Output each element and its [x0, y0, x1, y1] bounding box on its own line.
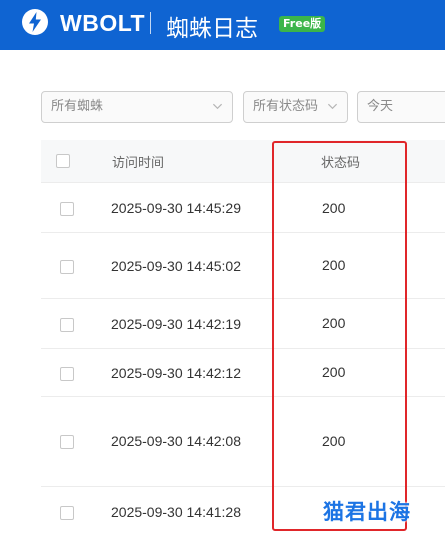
row-checkbox[interactable] [60, 435, 74, 449]
row-checkbox[interactable] [60, 367, 74, 381]
row-status-code: 200 [322, 200, 346, 216]
edition-badge: Free版 [279, 16, 326, 32]
status-filter-value: 所有状态码 [253, 99, 319, 114]
row-visit-time: 2025-09-30 14:42:08 [111, 433, 241, 449]
column-header-status: 状态码 [321, 156, 361, 171]
brand-name: WBOLT [60, 10, 146, 36]
chevron-down-icon [212, 103, 223, 110]
chevron-down-icon [327, 103, 338, 110]
spider-filter-select[interactable]: 所有蜘蛛 [41, 91, 233, 123]
table-row: 2025-09-30 14:42:08 200 [41, 397, 445, 487]
date-filter-select[interactable]: 今天 [357, 91, 445, 123]
watermark: 猫君出海 [323, 500, 411, 524]
row-visit-time: 2025-09-30 14:45:02 [111, 258, 241, 274]
table-header: 访问时间 状态码 [41, 140, 445, 183]
table-row: 2025-09-30 14:45:29 200 [41, 183, 445, 233]
row-status-code: 200 [322, 433, 346, 449]
select-all-checkbox[interactable] [56, 154, 70, 168]
table-row: 2025-09-30 14:42:12 200 [41, 349, 445, 397]
row-checkbox[interactable] [60, 506, 74, 520]
spider-filter-value: 所有蜘蛛 [51, 99, 104, 114]
row-checkbox[interactable] [60, 202, 74, 216]
row-checkbox[interactable] [60, 260, 74, 274]
row-status-code: 200 [322, 364, 346, 380]
row-checkbox[interactable] [60, 318, 74, 332]
app-header: WBOLT 蜘蛛日志 Free版 [0, 0, 445, 50]
row-visit-time: 2025-09-30 14:42:19 [111, 316, 241, 332]
page-title: 蜘蛛日志 [166, 16, 258, 42]
row-visit-time: 2025-09-30 14:45:29 [111, 200, 241, 216]
row-status-code: 200 [322, 257, 346, 273]
table-row: 2025-09-30 14:42:19 200 [41, 299, 445, 349]
column-header-time: 访问时间 [112, 156, 165, 171]
status-filter-select[interactable]: 所有状态码 [243, 91, 348, 123]
wbolt-logo-icon [22, 9, 48, 35]
header-divider [150, 12, 151, 34]
row-status-code: 200 [322, 315, 346, 331]
row-visit-time: 2025-09-30 14:41:28 [111, 504, 241, 520]
date-filter-value: 今天 [367, 99, 394, 114]
table-row: 2025-09-30 14:45:02 200 [41, 233, 445, 299]
row-visit-time: 2025-09-30 14:42:12 [111, 365, 241, 381]
